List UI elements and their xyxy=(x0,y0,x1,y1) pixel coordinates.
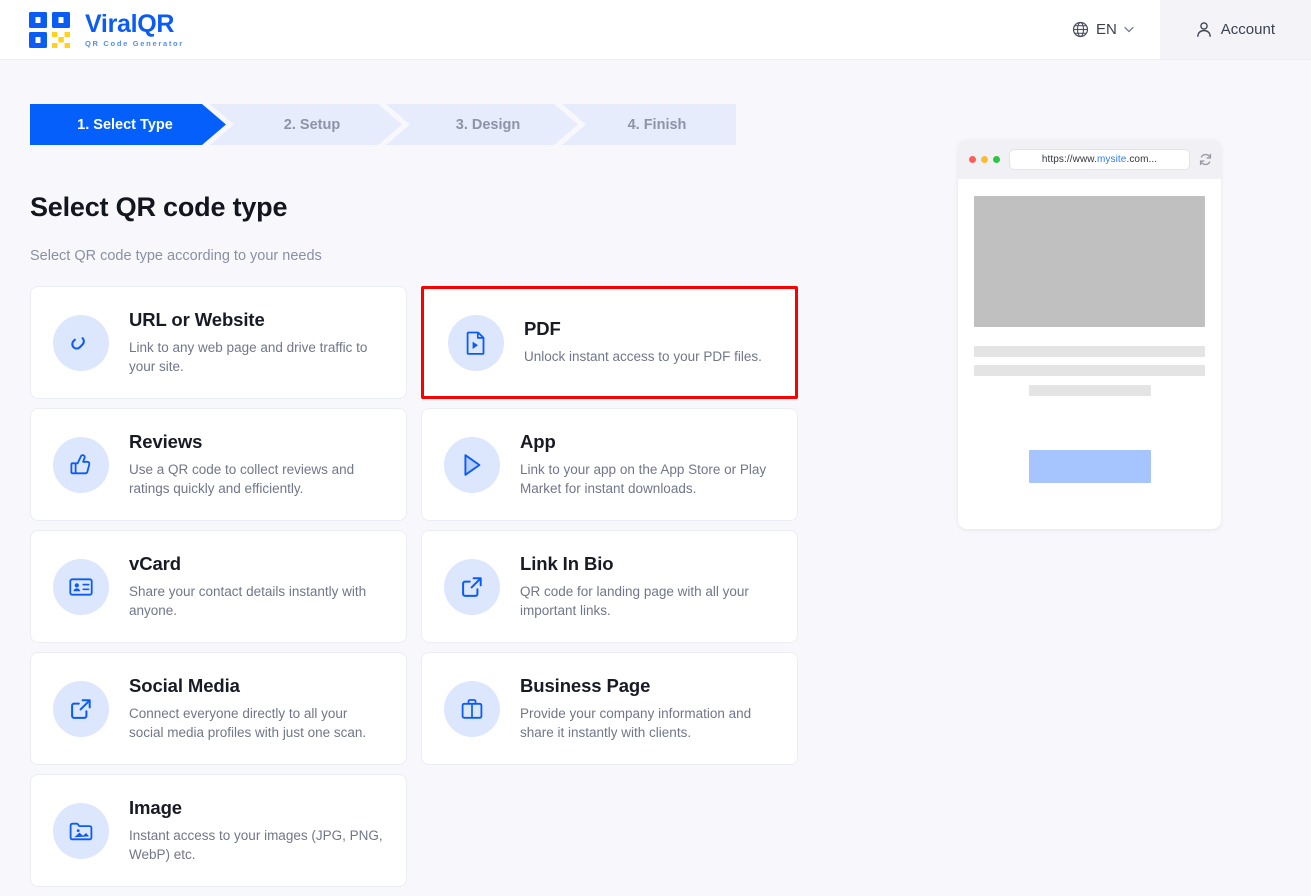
chevron-down-icon xyxy=(1124,26,1134,33)
header-actions: EN Account xyxy=(1046,0,1311,59)
qr-type-card-business-page[interactable]: Business Page Provide your company infor… xyxy=(421,652,798,765)
card-description: Link to any web page and drive traffic t… xyxy=(129,339,368,374)
briefcase-icon xyxy=(444,680,500,737)
account-button[interactable]: Account xyxy=(1159,0,1311,59)
account-label: Account xyxy=(1220,21,1275,38)
preview-text-line-2 xyxy=(974,365,1205,376)
qr-type-card-social-media[interactable]: Social Media Connect everyone directly t… xyxy=(30,652,407,765)
qr-type-card-app[interactable]: App Link to your app on the App Store or… xyxy=(421,408,798,521)
step-shape-1 xyxy=(30,104,226,145)
card-title: Business Page xyxy=(520,674,651,696)
qr-type-card-pdf[interactable]: PDF Unlock instant access to your PDF fi… xyxy=(421,286,798,399)
card-description: Instant access to your images (JPG, PNG,… xyxy=(129,827,383,862)
external-link-icon xyxy=(444,558,500,615)
pdf-file-icon xyxy=(448,314,504,371)
url-prefix: https://www. xyxy=(1041,154,1097,165)
preview-url-bar: https://www. mysite .com... xyxy=(1009,149,1190,170)
photo-icon xyxy=(53,802,109,859)
qr-type-card-vcard[interactable]: vCard Share your contact details instant… xyxy=(30,530,407,643)
contact-card-icon xyxy=(53,558,109,615)
card-title: Image xyxy=(129,796,182,818)
app-header: ViralQR QR Code Generator EN Account xyxy=(0,0,1311,60)
card-title: App xyxy=(520,430,556,452)
preview-text-line-3 xyxy=(1028,385,1151,396)
preview-browser-mockup: https://www. mysite .com... xyxy=(958,140,1221,529)
brand-tagline: QR Code Generator xyxy=(85,38,184,48)
reload-icon xyxy=(1199,153,1212,166)
card-title: PDF xyxy=(524,318,561,340)
preview-browser-toolbar: https://www. mysite .com... xyxy=(958,140,1221,179)
page-subtitle: Select QR code type according to your ne… xyxy=(30,248,322,264)
qr-type-card-reviews[interactable]: Reviews Use a QR code to collect reviews… xyxy=(30,408,407,521)
card-description: Connect everyone directly to all your so… xyxy=(129,705,367,740)
external-link-icon xyxy=(53,680,109,737)
card-description: Provide your company information and sha… xyxy=(520,705,752,740)
brand-logo[interactable]: ViralQR QR Code Generator xyxy=(0,0,184,59)
card-description: Unlock instant access to your PDF files. xyxy=(524,349,762,365)
card-description: Link to your app on the App Store or Pla… xyxy=(520,461,767,496)
person-icon xyxy=(1197,22,1211,37)
card-title: Reviews xyxy=(129,430,203,452)
card-title: Link In Bio xyxy=(520,552,614,574)
window-controls xyxy=(969,156,1000,163)
globe-icon xyxy=(1072,21,1089,38)
card-title: Social Media xyxy=(129,674,240,696)
minimize-dot-icon xyxy=(981,156,988,163)
qr-type-card-link-in-bio[interactable]: Link In Bio QR code for landing page wit… xyxy=(421,530,798,643)
card-title: URL or Website xyxy=(129,308,265,330)
qr-logo-icon xyxy=(29,11,70,48)
url-suffix: .com... xyxy=(1126,154,1158,165)
link-icon xyxy=(53,314,109,371)
step-wizard: 1. Select Type 2. Setup 3. Design 4. Fin… xyxy=(30,104,736,145)
step-shape-4 xyxy=(562,104,736,145)
qr-type-card-image[interactable]: Image Instant access to your images (JPG… xyxy=(30,774,407,887)
preview-cta-button xyxy=(1028,450,1151,483)
step-shape-3 xyxy=(386,104,578,145)
preview-hero-placeholder xyxy=(974,196,1205,327)
play-store-icon xyxy=(444,436,500,493)
preview-page-content xyxy=(958,179,1221,483)
thumbs-up-icon xyxy=(53,436,109,493)
step-shape-2 xyxy=(210,104,402,145)
language-selector[interactable]: EN xyxy=(1046,0,1160,59)
card-description: QR code for landing page with all your i… xyxy=(520,583,749,618)
qr-type-grid: URL or Website Link to any web page and … xyxy=(30,286,798,887)
preview-text-line-1 xyxy=(974,346,1205,357)
url-highlight: mysite xyxy=(1096,154,1127,165)
maximize-dot-icon xyxy=(993,156,1000,163)
close-dot-icon xyxy=(969,156,976,163)
brand-name: ViralQR xyxy=(85,9,175,38)
page-title: Select QR code type xyxy=(30,192,288,222)
card-description: Use a QR code to collect reviews and rat… xyxy=(129,461,355,496)
card-title: vCard xyxy=(129,552,181,574)
language-label: EN xyxy=(1095,21,1117,38)
card-description: Share your contact details instantly wit… xyxy=(129,583,367,618)
qr-type-card-url-or-website[interactable]: URL or Website Link to any web page and … xyxy=(30,286,407,399)
